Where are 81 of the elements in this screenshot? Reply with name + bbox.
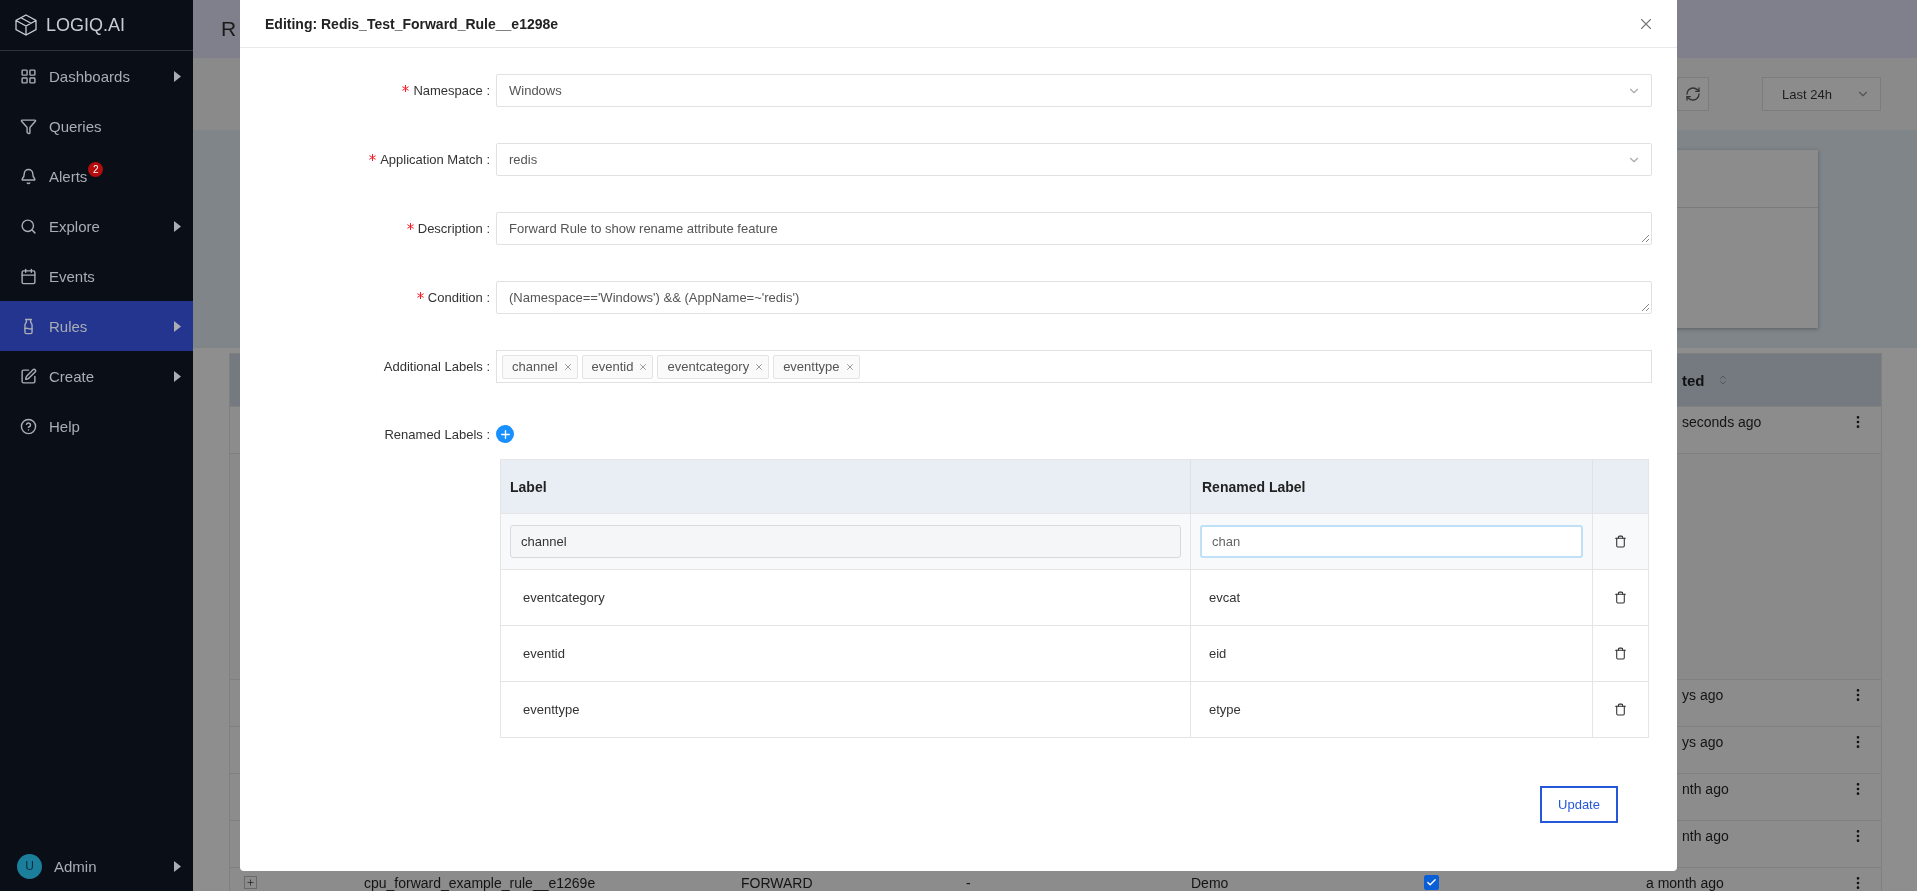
field-label: Namespace : [413, 83, 490, 98]
trash-icon [1614, 647, 1627, 660]
time-range-select[interactable]: Last 24h [1762, 77, 1881, 111]
field-label: Description : [417, 221, 490, 236]
table-cell-text: eventtype [522, 702, 580, 717]
table-cell-text: etype [1208, 702, 1241, 717]
logo-text: LOGIQ.AI [46, 14, 126, 36]
edit-icon [20, 367, 37, 385]
plus-icon [498, 427, 512, 441]
table-cell-text: eventid [522, 646, 565, 661]
select-field[interactable]: redis [496, 143, 1652, 176]
table-cell-text: - [966, 875, 972, 891]
trash-icon [1614, 591, 1627, 604]
table-cell-text: nth ago [1681, 828, 1730, 844]
table-cell-text: cpu_forward_example_rule__e1269e [364, 875, 597, 891]
calendar-icon [20, 267, 37, 285]
trash-icon [1614, 703, 1627, 716]
table-cell-text: FORWARD [741, 875, 814, 891]
checkbox[interactable] [1424, 875, 1439, 890]
sidebar-item[interactable]: Dashboards [0, 51, 193, 101]
table-cell-text: seconds ago [1681, 414, 1763, 430]
sidebar-item[interactable]: Help [0, 401, 193, 451]
close-icon[interactable] [844, 361, 855, 372]
table-cell-text: Demo [1191, 875, 1230, 891]
table-cell-text: nth ago [1681, 781, 1730, 797]
delete-button[interactable] [1614, 703, 1627, 716]
sidebar-item[interactable]: Explore [0, 201, 193, 251]
grid-icon [20, 67, 37, 85]
resize-grip-icon [1642, 235, 1649, 242]
table-cell-text: evcat [1208, 590, 1241, 605]
dialog-title: Editing: Redis_Test_Forward_Rule__e1298e [265, 15, 559, 32]
delete-button[interactable] [1614, 647, 1627, 660]
help-icon [20, 417, 37, 435]
logo-icon [14, 13, 38, 37]
bell-icon [20, 167, 37, 185]
field-label: Application Match : [380, 152, 490, 167]
close-icon[interactable] [562, 361, 573, 372]
sidebar-item[interactable]: Queries [0, 101, 193, 151]
user-menu[interactable]: U Admin [0, 841, 193, 891]
field-label: Condition : [427, 290, 490, 305]
label-tag: eventid [581, 354, 654, 379]
trash-icon [1614, 535, 1627, 548]
user-name: Admin [54, 857, 98, 875]
update-button[interactable]: Update [1540, 786, 1618, 823]
refresh-button[interactable] [1677, 77, 1709, 111]
sidebar-item[interactable]: Rules [0, 301, 193, 351]
plus-icon [246, 878, 255, 887]
renamed-label-input[interactable]: chan [1200, 525, 1583, 558]
label-tag: eventtype [773, 354, 860, 379]
close-icon[interactable] [638, 361, 649, 372]
user-avatar: U [17, 853, 42, 879]
table-cell-text: ys ago [1681, 734, 1725, 750]
select-field[interactable]: Windows [496, 74, 1652, 107]
column-header: Label [509, 477, 548, 497]
delete-button[interactable] [1614, 591, 1627, 604]
search-icon [20, 217, 37, 235]
close-icon[interactable] [754, 361, 765, 372]
refresh-icon [1685, 86, 1701, 102]
count-badge: 2 [88, 161, 104, 177]
label-tag: eventcategory [657, 354, 770, 379]
table-cell-text: ys ago [1681, 687, 1725, 703]
sidebar-item[interactable]: Alerts 2 [0, 151, 193, 201]
filter-icon [20, 117, 37, 135]
expand-button[interactable] [244, 876, 257, 889]
table-cell-text: a month ago [1646, 875, 1725, 891]
text-area[interactable]: Forward Rule to show rename attribute feature [496, 212, 1652, 245]
table-cell-text: eventcategory [522, 590, 605, 605]
table-cell-text: eid [1208, 646, 1227, 661]
sidebar-item[interactable]: Create [0, 351, 193, 401]
label-input[interactable]: channel [510, 525, 1181, 558]
resize-grip-icon [1642, 304, 1649, 311]
field-label: Renamed Labels : [384, 426, 490, 442]
sidebar-item[interactable]: Events [0, 251, 193, 301]
delete-button[interactable] [1614, 535, 1627, 548]
field-label: Additional Labels : [383, 359, 490, 374]
tags-field[interactable]: channel eventid eventcategory eventtype [496, 350, 1652, 383]
add-button[interactable] [496, 425, 514, 443]
label-tag: channel [502, 354, 578, 379]
check-icon [1426, 877, 1437, 888]
page-title: R [221, 17, 237, 41]
text-area[interactable]: (Namespace=='Windows') && (AppName=~'redis') [496, 281, 1652, 314]
